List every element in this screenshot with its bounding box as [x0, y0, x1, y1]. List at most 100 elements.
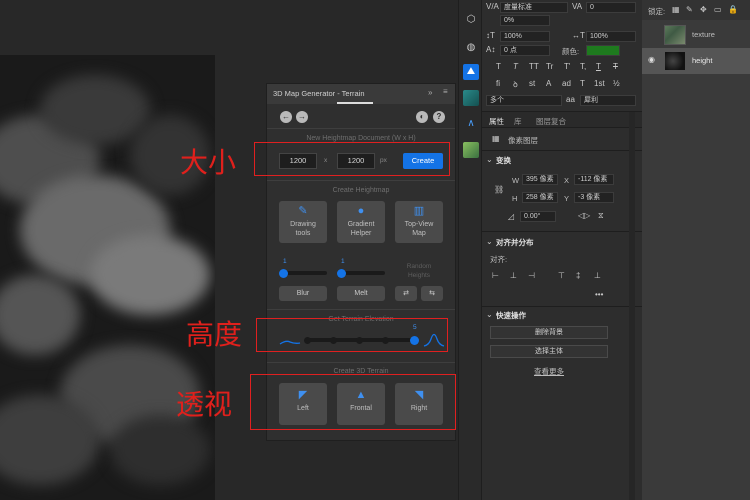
tab-libraries[interactable]: 库	[514, 116, 522, 127]
kerning-icon: V/A	[486, 2, 499, 11]
globe-icon[interactable]: ◐	[416, 111, 428, 123]
layer-name[interactable]: height	[692, 56, 712, 65]
gradient-helper-button[interactable]: ● Gradient Helper	[337, 201, 385, 243]
ornament-option[interactable]: T	[580, 79, 585, 88]
align-title: 对齐并分布	[496, 238, 534, 247]
panel-menu-icon[interactable]: ≡	[443, 87, 448, 96]
back-icon[interactable]: ←	[280, 111, 292, 123]
blur-value: 1	[283, 258, 287, 265]
underline-style[interactable]: T	[596, 62, 601, 71]
tab-layer-comps[interactable]: 图层复合	[536, 116, 566, 127]
blur-slider-knob[interactable]	[279, 268, 288, 278]
chevron-down-icon[interactable]: ⌄	[486, 310, 493, 319]
lock-position-icon[interactable]: ✥	[700, 5, 707, 14]
plugin-icon-layers[interactable]	[463, 142, 479, 158]
lock-all-icon[interactable]: 🔒	[728, 5, 738, 14]
drawing-tools-button[interactable]: ✎ Drawing tools	[279, 201, 327, 243]
chevron-down-icon[interactable]: ⌄	[486, 155, 493, 164]
blur-button[interactable]: Blur	[279, 286, 327, 301]
random-shuffle-button-2[interactable]: ⇆	[421, 286, 443, 301]
x-field[interactable]: -112 像素	[574, 174, 614, 185]
y-field[interactable]: -3 像素	[574, 192, 614, 203]
perspective-annotation: 透视	[176, 388, 233, 421]
terrain-plugin-icon[interactable]: ⛰	[463, 64, 479, 80]
flip-vertical-icon[interactable]: ⧖	[598, 211, 604, 221]
contextual-option[interactable]: ad	[562, 79, 571, 88]
panel-icon-strip: ⬡ ◍ ⛰ ∧	[458, 0, 482, 500]
random-shuffle-button-1[interactable]: ⇄	[395, 286, 417, 301]
drop-icon: ●	[357, 205, 365, 217]
smallcaps-style[interactable]: Tr	[546, 62, 553, 71]
lock-transparency-icon[interactable]: ▦	[672, 5, 680, 14]
horizontal-scale-input[interactable]: 100%	[586, 31, 636, 42]
flip-horizontal-icon[interactable]: ◁▷	[578, 211, 590, 220]
allcaps-style[interactable]: TT	[529, 62, 539, 71]
height-field[interactable]: 258 像素	[522, 192, 558, 203]
remove-background-button[interactable]: 删除背景	[490, 326, 608, 339]
layers-panel: 锁定: ▦ ✎ ✥ ▭ 🔒 texture ◉ height	[642, 0, 750, 500]
melt-button[interactable]: Melt	[337, 286, 385, 301]
ordinal-option[interactable]: 1st	[594, 79, 605, 88]
strikethrough-style[interactable]: T	[613, 62, 618, 71]
swash-option[interactable]: st	[529, 79, 535, 88]
plugin-icon-wave[interactable]: ∧	[463, 116, 479, 132]
top-view-map-button[interactable]: ▥ Top-View Map	[395, 201, 443, 243]
visibility-off-slot[interactable]	[649, 29, 659, 39]
align-left-icon[interactable]: ⊢	[492, 271, 499, 280]
adjust-icon[interactable]: ◍	[463, 40, 479, 56]
help-icon[interactable]: ?	[433, 111, 445, 123]
bold-style[interactable]: T	[496, 62, 501, 71]
see-more-link[interactable]: 查看更多	[534, 366, 564, 377]
height-thumbnail	[664, 51, 686, 71]
align-top-icon[interactable]: ⊤	[558, 271, 565, 280]
divider	[267, 180, 455, 181]
collapse-icon[interactable]: »	[428, 88, 432, 97]
angle-field[interactable]: 0.00°	[520, 211, 556, 222]
chevron-down-icon[interactable]: ⌄	[486, 237, 493, 246]
map-icon: ▥	[413, 205, 425, 217]
subscript-style[interactable]: T,	[580, 62, 586, 71]
antialias-select[interactable]: 犀利	[580, 95, 636, 106]
eye-icon[interactable]: ◉	[648, 55, 655, 64]
plugin-tab-underline	[337, 102, 373, 104]
tracking-select[interactable]: 0	[586, 2, 636, 13]
lock-artboard-icon[interactable]: ▭	[714, 5, 722, 14]
divider	[482, 150, 642, 151]
3d-cube-icon[interactable]: ⬡	[463, 12, 479, 28]
layer-name[interactable]: texture	[692, 30, 715, 39]
horizontal-scale-icon: ↔T	[572, 31, 585, 40]
align-bottom-icon[interactable]: ⊥	[594, 271, 601, 280]
layer-row-height[interactable]: ◉ height	[642, 48, 750, 74]
fraction-option[interactable]: ½	[613, 79, 620, 88]
more-options-icon[interactable]: •••	[595, 290, 603, 299]
size-annotation: 大小	[180, 146, 237, 179]
italic-style[interactable]: T	[513, 62, 518, 71]
select-subject-button[interactable]: 选择主体	[490, 345, 608, 358]
color-swatch[interactable]	[586, 45, 620, 56]
ligature-option[interactable]: fi	[496, 79, 500, 88]
link-icon[interactable]: ⛓	[494, 185, 504, 194]
align-label: 对齐:	[490, 255, 508, 264]
melt-slider-knob[interactable]	[337, 268, 346, 278]
align-vcenter-icon[interactable]: ‡	[576, 271, 580, 280]
vertical-scale-input[interactable]: 100%	[500, 31, 550, 42]
lock-pixels-icon[interactable]: ✎	[686, 5, 693, 14]
baseline-shift-input[interactable]: 0 点	[500, 45, 550, 56]
divider	[267, 309, 455, 310]
kerning-select[interactable]: 度量标准	[500, 2, 568, 13]
plugin-icon-teal[interactable]	[463, 90, 479, 106]
language-select[interactable]: 多个	[486, 95, 562, 106]
tool-label: tools	[295, 230, 311, 237]
superscript-style[interactable]: T'	[564, 62, 570, 71]
baseline-select[interactable]: 0%	[500, 15, 550, 26]
titling-option[interactable]: A	[546, 79, 551, 88]
properties-scrollbar[interactable]	[629, 112, 635, 500]
old-style-option[interactable]: ꝺ	[513, 79, 518, 90]
layer-row-texture[interactable]: texture	[642, 22, 750, 48]
align-right-icon[interactable]: ⊣	[528, 271, 535, 280]
forward-icon[interactable]: →	[296, 111, 308, 123]
width-field[interactable]: 395 像素	[522, 174, 558, 185]
align-hcenter-icon[interactable]: ⊥	[510, 271, 517, 280]
tab-properties[interactable]: 属性	[489, 116, 504, 127]
layer-kind-label: 像素图层	[508, 136, 538, 145]
